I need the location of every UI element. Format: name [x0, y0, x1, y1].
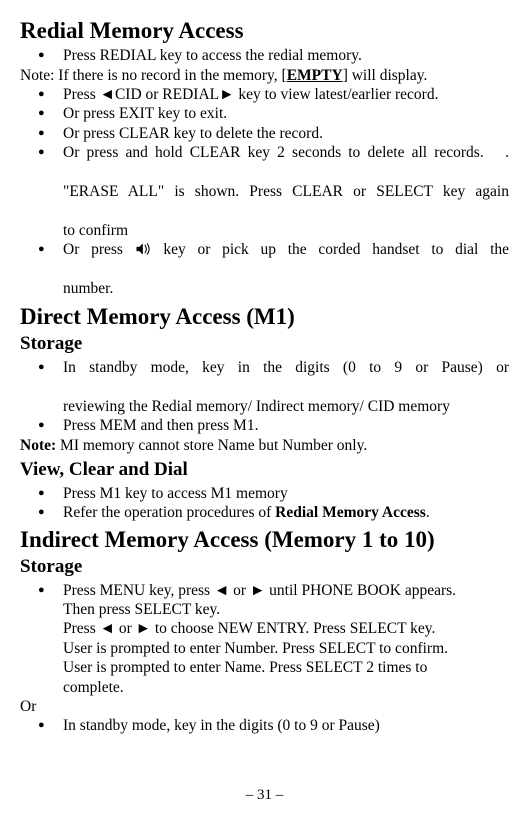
continuation-block: Then press SELECT key. Press ◄ or ► to c… — [63, 600, 509, 697]
list-storage: In standby mode, key in the digits (0 to… — [20, 358, 509, 436]
list-item: In standby mode, key in the digits (0 to… — [63, 716, 509, 735]
list-item: Press M1 key to access M1 memory — [63, 484, 509, 503]
list-item: Refer the operation procedures of Redial… — [63, 503, 509, 522]
note-text: MI memory cannot store Name but Number o… — [56, 437, 367, 454]
list-item: Or press CLEAR key to delete the record. — [63, 124, 509, 143]
speaker-post: key or pick up the corded handset to dia… — [163, 241, 509, 258]
list-item: Or press EXIT key to exit. — [63, 104, 509, 123]
note-line: Note: If there is no record in the memor… — [20, 66, 509, 85]
list-item: Press MENU key, press ◄ or ► until PHONE… — [63, 581, 509, 600]
view-post: . — [426, 504, 430, 521]
cont-line: User is prompted to enter Number. Press … — [63, 639, 509, 658]
note-empty-bold: EMPTY — [287, 67, 343, 84]
heading-indirect-memory-access: Indirect Memory Access (Memory 1 to 10) — [20, 527, 509, 552]
list-indirect: Press MENU key, press ◄ or ► until PHONE… — [20, 581, 509, 600]
cont-line: Then press SELECT key. — [63, 600, 509, 619]
cont-line: Press ◄ or ► to choose NEW ENTRY. Press … — [63, 619, 509, 638]
view-pre: Refer the operation procedures of — [63, 504, 275, 521]
list-indirect-2: In standby mode, key in the digits (0 to… — [20, 716, 509, 735]
storage-line2: reviewing the Redial memory/ Indirect me… — [63, 397, 509, 416]
note-text-pre: Note: If there is no record in the memor… — [20, 67, 287, 84]
list-item: In standby mode, key in the digits (0 to… — [63, 358, 509, 416]
list-item: Press REDIAL key to access the redial me… — [63, 46, 509, 65]
li-line2: "ERASE ALL" is shown. Press CLEAR or SEL… — [63, 182, 509, 221]
or-text: Or — [20, 697, 509, 716]
list-item: Press ◄CID or REDIAL► key to view latest… — [63, 85, 509, 104]
speaker-icon — [135, 241, 164, 258]
subheading-storage: Storage — [20, 332, 509, 356]
note-label: Note: — [20, 437, 56, 454]
list-view: Press M1 key to access M1 memory Refer t… — [20, 484, 509, 523]
cont-line: complete. — [63, 678, 509, 697]
storage-line1: In standby mode, key in the digits (0 to… — [63, 358, 509, 397]
subheading-view-clear-dial: View, Clear and Dial — [20, 458, 509, 482]
heading-redial-memory-access: Redial Memory Access — [20, 18, 509, 43]
list-redial-2: Press ◄CID or REDIAL► key to view latest… — [20, 85, 509, 298]
note-text-post: ] will display. — [343, 67, 428, 84]
view-bold: Redial Memory Access — [275, 504, 426, 521]
list-item: Press MEM and then press M1. — [63, 416, 509, 435]
li-line1-end: . — [505, 144, 509, 161]
cont-line: User is prompted to enter Name. Press SE… — [63, 658, 509, 677]
list-redial: Press REDIAL key to access the redial me… — [20, 46, 509, 65]
list-item: Or press and hold CLEAR key 2 seconds to… — [63, 143, 509, 240]
subheading-storage-2: Storage — [20, 555, 509, 579]
list-item: Or press key or pick up the corded hands… — [63, 240, 509, 298]
speaker-pre: Or press — [63, 241, 123, 258]
note-mi-memory: Note: MI memory cannot store Name but Nu… — [20, 436, 509, 455]
page-number: – 31 – — [0, 786, 529, 805]
li-line1: Or press and hold CLEAR key 2 seconds to… — [63, 144, 484, 161]
heading-direct-memory-access: Direct Memory Access (M1) — [20, 304, 509, 329]
li-line3: to confirm — [63, 221, 509, 240]
speaker-line2: number. — [63, 279, 509, 298]
